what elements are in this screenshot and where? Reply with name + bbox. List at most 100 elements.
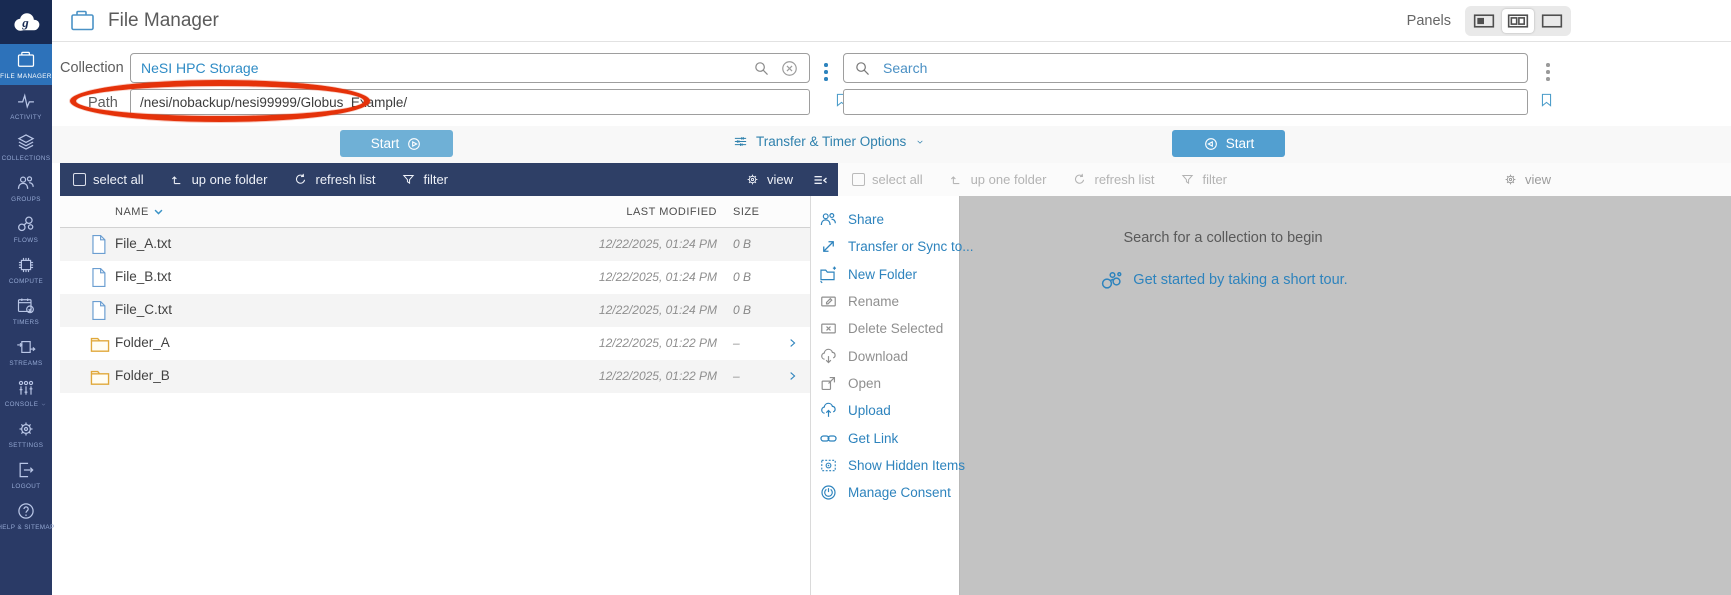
start-right-label: Start — [1226, 136, 1255, 151]
right-bookmark-icon[interactable] — [1539, 90, 1554, 110]
sidebar-item-groups[interactable]: GROUPS — [0, 167, 52, 208]
sidebar-item-flows[interactable]: FLOWS — [0, 208, 52, 249]
table-row-file-a-txt[interactable]: File_A.txt12/22/2025, 01:24 PM0 B — [60, 228, 810, 261]
collection-label: Collection — [60, 60, 116, 76]
menu-item-show-hidden-items[interactable]: Show Hidden Items — [811, 452, 959, 479]
table-row-folder-b[interactable]: Folder_B12/22/2025, 01:22 PM– — [60, 360, 810, 393]
select-all-checkbox[interactable] — [73, 173, 86, 186]
open-folder-chevron-icon[interactable] — [787, 335, 798, 351]
filter-icon — [401, 172, 416, 187]
menu-item-download[interactable]: Download — [811, 342, 959, 369]
menu-item-label: Manage Consent — [848, 485, 951, 500]
menu-item-label: Get Link — [848, 431, 898, 446]
panels-group: Panels — [1407, 6, 1571, 36]
sidebar-item-label: STREAMS — [9, 360, 42, 367]
row-name: Folder_A — [115, 335, 170, 350]
panel-menu-collapse-icon[interactable] — [811, 172, 830, 188]
file-icon — [90, 234, 107, 255]
menu-item-new-folder[interactable]: New Folder — [811, 261, 959, 288]
sidebar-item-console[interactable]: CONSOLE — [0, 372, 52, 413]
sidebar-item-file-manager[interactable]: FILE MANAGER — [0, 44, 52, 85]
globus-logo[interactable]: g — [0, 0, 52, 44]
menu-item-get-link[interactable]: Get Link — [811, 424, 959, 451]
topbar: File Manager Panels — [52, 0, 1731, 42]
globus-file-manager-app: g FILE MANAGER ACTIVITY COLLECTIONS GROUPS F… — [0, 0, 1731, 595]
right-up-one-folder-button[interactable]: up one folder — [949, 172, 1047, 187]
page-title: File Manager — [108, 10, 219, 32]
panels-single-left-button[interactable] — [1468, 9, 1500, 33]
menu-item-delete-selected[interactable]: Delete Selected — [811, 315, 959, 342]
right-select-all-button[interactable]: select all — [852, 172, 923, 187]
transfer-options-label: Transfer & Timer Options — [756, 134, 906, 149]
start-left-label: Start — [371, 136, 400, 151]
select-all-button[interactable]: select all — [73, 172, 144, 187]
open-folder-chevron-icon[interactable] — [787, 368, 798, 384]
sidebar-item-compute[interactable]: COMPUTE — [0, 249, 52, 290]
sidebar-item-label: GROUPS — [11, 196, 41, 203]
tour-link[interactable]: Get started by taking a short tour. — [1133, 272, 1347, 288]
start-transfer-left-button[interactable]: Start — [340, 130, 453, 157]
path-input[interactable] — [130, 89, 810, 115]
menu-item-label: Show Hidden Items — [848, 458, 965, 473]
menu-item-label: Open — [848, 376, 881, 391]
right-refresh-list-button[interactable]: refresh list — [1072, 172, 1154, 187]
menu-item-upload[interactable]: Upload — [811, 397, 959, 424]
play-circle-icon — [406, 136, 422, 152]
sidebar-item-activity[interactable]: ACTIVITY — [0, 85, 52, 126]
table-row-file-c-txt[interactable]: File_C.txt12/22/2025, 01:24 PM0 B — [60, 294, 810, 327]
sidebar-item-label: LOGOUT — [12, 483, 41, 490]
collection-form-area: Collection Path — [52, 42, 1731, 126]
right-kebab-menu[interactable] — [1542, 59, 1554, 85]
row-name: File_A.txt — [115, 236, 171, 251]
sidebar-item-streams[interactable]: STREAMS — [0, 331, 52, 372]
show-hidden-items-icon — [819, 456, 838, 475]
menu-item-manage-consent[interactable]: Manage Consent — [811, 479, 959, 506]
right-collection-search-input[interactable] — [877, 60, 1527, 76]
collection-input[interactable] — [131, 60, 753, 76]
sidebar-item-help-sitemap[interactable]: HELP & SITEMAP — [0, 495, 52, 536]
sidebar-item-collections[interactable]: COLLECTIONS — [0, 126, 52, 167]
menu-item-share[interactable]: Share — [811, 206, 959, 233]
right-path-input[interactable] — [843, 89, 1528, 115]
up-one-folder-button[interactable]: up one folder — [170, 172, 268, 187]
start-transfer-right-button[interactable]: Start — [1172, 130, 1285, 157]
row-last-modified: 12/22/2025, 01:24 PM — [599, 270, 717, 284]
menu-item-transfer-or-sync-to[interactable]: Transfer or Sync to... — [811, 233, 959, 260]
row-size: 0 B — [733, 270, 751, 284]
menu-item-rename[interactable]: Rename — [811, 288, 959, 315]
right-select-all-checkbox[interactable] — [852, 173, 865, 186]
refresh-list-button[interactable]: refresh list — [293, 172, 375, 187]
row-last-modified: 12/22/2025, 01:22 PM — [599, 336, 717, 350]
sort-chevron-icon — [154, 209, 163, 215]
collection-search-icon[interactable] — [753, 60, 770, 77]
panels-single-button[interactable] — [1536, 9, 1568, 33]
compute-icon — [16, 255, 36, 275]
right-view-button[interactable]: view — [1503, 172, 1551, 187]
right-filter-button[interactable]: filter — [1180, 172, 1227, 187]
gear-icon — [1503, 172, 1518, 187]
sidebar-item-timers[interactable]: TIMERS — [0, 290, 52, 331]
table-row-folder-a[interactable]: Folder_A12/22/2025, 01:22 PM– — [60, 327, 810, 360]
sidebar-item-logout[interactable]: LOGOUT — [0, 454, 52, 495]
row-last-modified: 12/22/2025, 01:24 PM — [599, 237, 717, 251]
menu-item-label: Rename — [848, 294, 899, 309]
collection-kebab-menu[interactable] — [820, 59, 832, 85]
sidebar-item-settings[interactable]: SETTINGS — [0, 413, 52, 454]
filter-button[interactable]: filter — [401, 172, 448, 187]
right-collection-panel: Search for a collection to begin Get sta… — [838, 196, 1731, 595]
column-name-sort[interactable]: NAME — [115, 206, 163, 218]
svg-text:g: g — [21, 15, 29, 30]
panel-split-icon — [1507, 13, 1529, 29]
menu-item-label: Download — [848, 349, 908, 364]
settings-icon — [16, 419, 36, 439]
menu-item-open[interactable]: Open — [811, 370, 959, 397]
download-icon — [819, 347, 838, 366]
sidebar-item-label: FILE MANAGER — [0, 73, 52, 80]
transfer-timer-options[interactable]: Transfer & Timer Options — [733, 134, 926, 149]
collection-clear-icon[interactable] — [780, 59, 799, 78]
manage-consent-icon — [819, 483, 838, 502]
table-row-file-b-txt[interactable]: File_B.txt12/22/2025, 01:24 PM0 B — [60, 261, 810, 294]
panels-split-button[interactable] — [1502, 9, 1534, 33]
sidebar-item-label: COLLECTIONS — [2, 155, 51, 162]
view-button[interactable]: view — [745, 172, 793, 187]
